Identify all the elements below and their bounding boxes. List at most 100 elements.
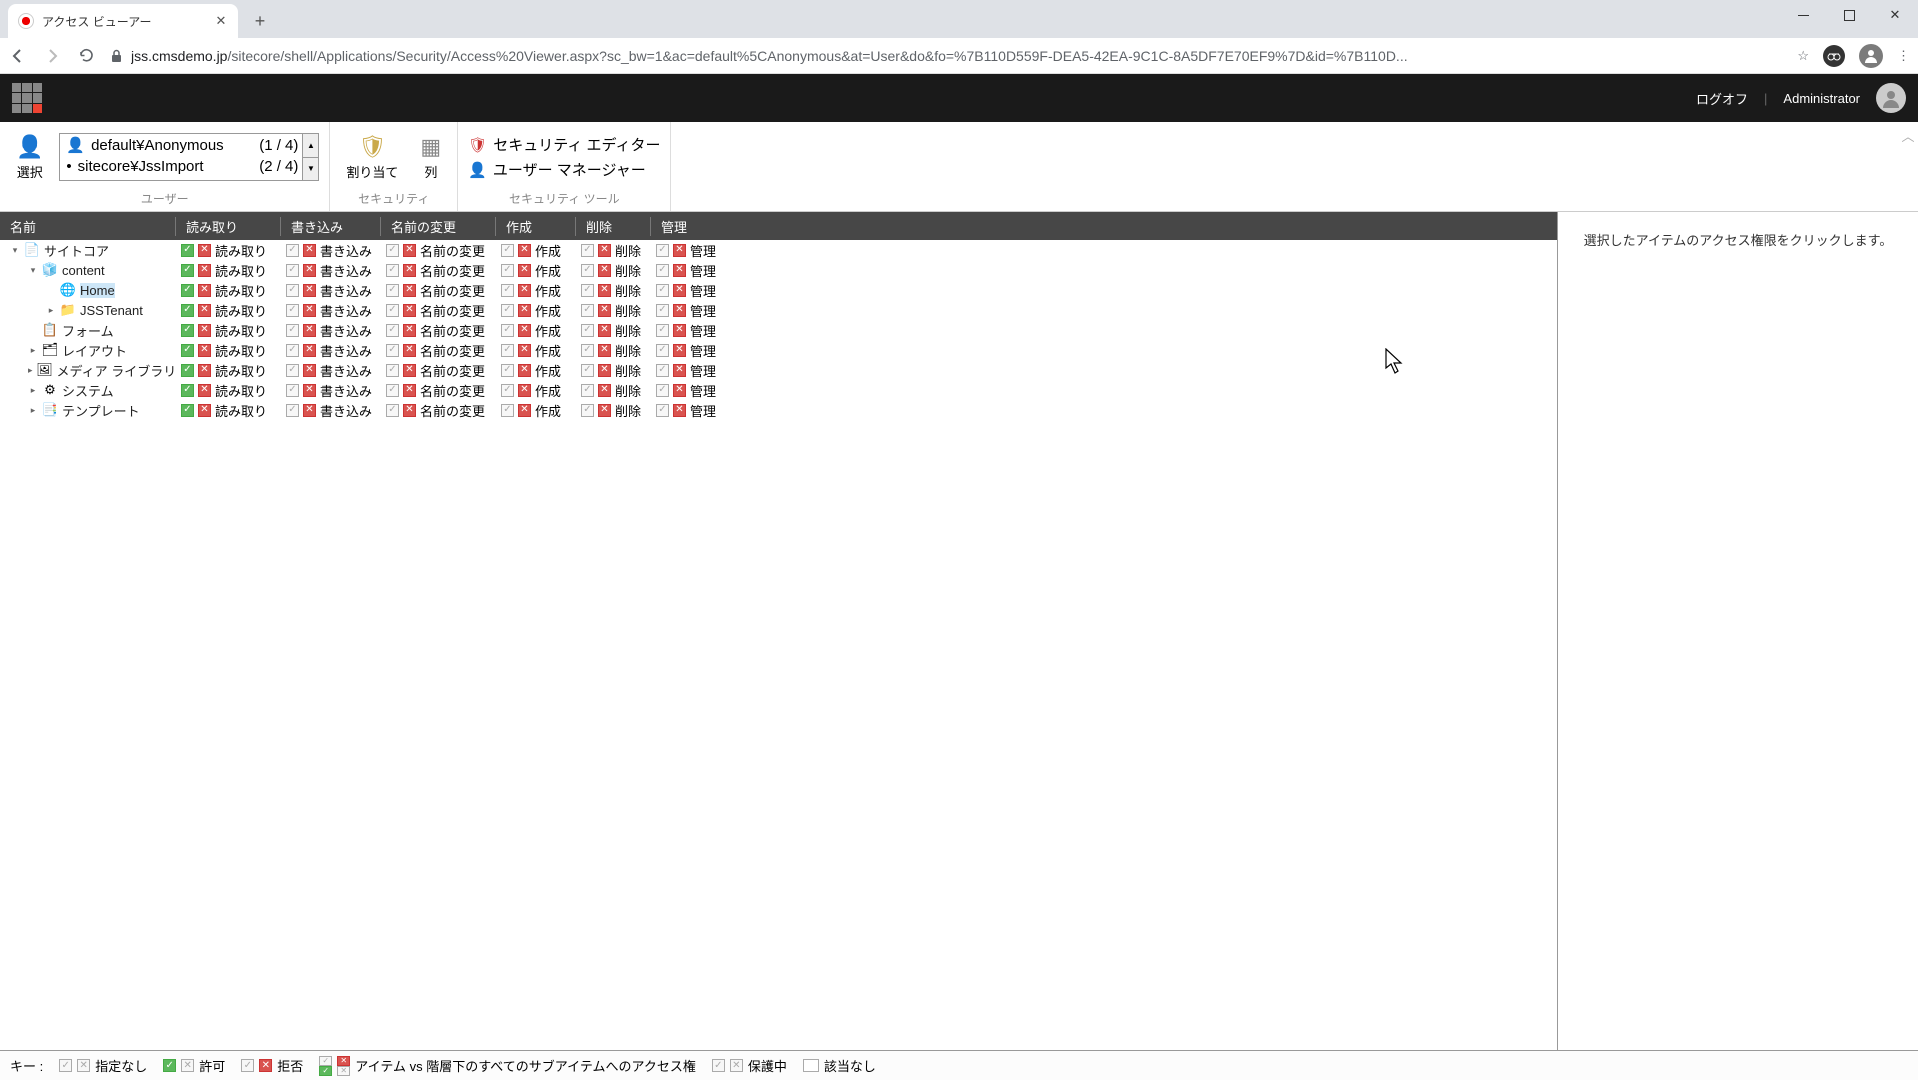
deny-icon[interactable]: ✕ xyxy=(303,324,316,337)
allow-icon[interactable]: ✓ xyxy=(286,324,299,337)
deny-icon[interactable]: ✕ xyxy=(673,304,686,317)
col-delete[interactable]: 削除 xyxy=(575,217,650,236)
current-user[interactable]: Administrator xyxy=(1783,91,1860,106)
allow-icon[interactable]: ✓ xyxy=(386,384,399,397)
allow-icon[interactable]: ✓ xyxy=(581,384,594,397)
deny-icon[interactable]: ✕ xyxy=(598,264,611,277)
perm-cell[interactable]: ✓✕名前の変更 xyxy=(380,401,495,420)
perm-cell[interactable]: ✓✕読み取り xyxy=(175,321,280,340)
perm-cell[interactable]: ✓✕削除 xyxy=(575,321,650,340)
perm-cell[interactable]: ✓✕作成 xyxy=(495,341,575,360)
deny-icon[interactable]: ✕ xyxy=(518,344,531,357)
close-window-button[interactable]: ✕ xyxy=(1872,0,1918,30)
perm-cell[interactable]: ✓✕名前の変更 xyxy=(380,321,495,340)
deny-icon[interactable]: ✕ xyxy=(303,304,316,317)
allow-icon[interactable]: ✓ xyxy=(181,384,194,397)
perm-cell[interactable]: ✓✕名前の変更 xyxy=(380,341,495,360)
col-rename[interactable]: 名前の変更 xyxy=(380,217,495,236)
perm-cell[interactable]: ✓✕読み取り xyxy=(175,401,280,420)
deny-icon[interactable]: ✕ xyxy=(598,284,611,297)
back-button[interactable] xyxy=(8,48,28,64)
deny-icon[interactable]: ✕ xyxy=(673,324,686,337)
user-account-list[interactable]: 👤default¥Anonymous(1 / 4) •sitecore¥JssI… xyxy=(59,133,319,181)
perm-cell[interactable]: ✓✕管理 xyxy=(650,281,730,300)
perm-cell[interactable]: ✓✕読み取り xyxy=(175,261,280,280)
allow-icon[interactable]: ✓ xyxy=(581,244,594,257)
allow-icon[interactable]: ✓ xyxy=(386,404,399,417)
allow-icon[interactable]: ✓ xyxy=(181,324,194,337)
deny-icon[interactable]: ✕ xyxy=(518,324,531,337)
deny-icon[interactable]: ✕ xyxy=(198,264,211,277)
tree-node-label[interactable]: テンプレート xyxy=(62,401,140,420)
deny-icon[interactable]: ✕ xyxy=(303,364,316,377)
allow-icon[interactable]: ✓ xyxy=(581,344,594,357)
perm-cell[interactable]: ✓✕管理 xyxy=(650,241,730,260)
tree-node-label[interactable]: content xyxy=(62,263,105,278)
allow-icon[interactable]: ✓ xyxy=(181,404,194,417)
user-avatar-icon[interactable] xyxy=(1876,83,1906,113)
allow-icon[interactable]: ✓ xyxy=(656,404,669,417)
allow-icon[interactable]: ✓ xyxy=(181,344,194,357)
tree-expander[interactable]: ▸ xyxy=(28,345,38,356)
forward-button[interactable] xyxy=(42,48,62,64)
tree-expander[interactable]: ▸ xyxy=(28,365,33,376)
deny-icon[interactable]: ✕ xyxy=(518,404,531,417)
perm-cell[interactable]: ✓✕管理 xyxy=(650,381,730,400)
security-editor-link[interactable]: 🛡セキュリティ エディター xyxy=(468,134,660,155)
tree-expander[interactable]: ▸ xyxy=(28,385,38,396)
tree-row[interactable]: ▸🖼メディア ライブラリ✓✕読み取り✓✕書き込み✓✕名前の変更✓✕作成✓✕削除✓… xyxy=(0,360,1557,380)
tree-node-label[interactable]: Home xyxy=(80,283,115,298)
tree-row[interactable]: ▾📄サイトコア✓✕読み取り✓✕書き込み✓✕名前の変更✓✕作成✓✕削除✓✕管理 xyxy=(0,240,1557,260)
allow-icon[interactable]: ✓ xyxy=(286,364,299,377)
deny-icon[interactable]: ✕ xyxy=(403,264,416,277)
deny-icon[interactable]: ✕ xyxy=(598,384,611,397)
deny-icon[interactable]: ✕ xyxy=(303,244,316,257)
tree-node-label[interactable]: JSSTenant xyxy=(80,303,143,318)
allow-icon[interactable]: ✓ xyxy=(286,404,299,417)
perm-cell[interactable]: ✓✕書き込み xyxy=(280,301,380,320)
allow-icon[interactable]: ✓ xyxy=(181,264,194,277)
allow-icon[interactable]: ✓ xyxy=(286,244,299,257)
tree-row[interactable]: ▾🧊content✓✕読み取り✓✕書き込み✓✕名前の変更✓✕作成✓✕削除✓✕管理 xyxy=(0,260,1557,280)
deny-icon[interactable]: ✕ xyxy=(518,304,531,317)
allow-icon[interactable]: ✓ xyxy=(581,324,594,337)
perm-cell[interactable]: ✓✕書き込み xyxy=(280,401,380,420)
perm-cell[interactable]: ✓✕削除 xyxy=(575,341,650,360)
deny-icon[interactable]: ✕ xyxy=(403,304,416,317)
allow-icon[interactable]: ✓ xyxy=(386,344,399,357)
perm-cell[interactable]: ✓✕作成 xyxy=(495,361,575,380)
deny-icon[interactable]: ✕ xyxy=(518,384,531,397)
deny-icon[interactable]: ✕ xyxy=(403,364,416,377)
perm-cell[interactable]: ✓✕名前の変更 xyxy=(380,241,495,260)
allow-icon[interactable]: ✓ xyxy=(581,264,594,277)
allow-icon[interactable]: ✓ xyxy=(501,264,514,277)
allow-icon[interactable]: ✓ xyxy=(656,384,669,397)
perm-cell[interactable]: ✓✕書き込み xyxy=(280,241,380,260)
deny-icon[interactable]: ✕ xyxy=(303,404,316,417)
select-user-button[interactable]: 👤 選択 xyxy=(10,132,49,183)
tree-row[interactable]: ▸📁JSSTenant✓✕読み取り✓✕書き込み✓✕名前の変更✓✕作成✓✕削除✓✕… xyxy=(0,300,1557,320)
allow-icon[interactable]: ✓ xyxy=(181,364,194,377)
perm-cell[interactable]: ✓✕書き込み xyxy=(280,361,380,380)
deny-icon[interactable]: ✕ xyxy=(518,244,531,257)
deny-icon[interactable]: ✕ xyxy=(403,324,416,337)
perm-cell[interactable]: ✓✕書き込み xyxy=(280,381,380,400)
deny-icon[interactable]: ✕ xyxy=(198,244,211,257)
star-icon[interactable]: ☆ xyxy=(1797,48,1809,64)
deny-icon[interactable]: ✕ xyxy=(598,324,611,337)
deny-icon[interactable]: ✕ xyxy=(403,344,416,357)
deny-icon[interactable]: ✕ xyxy=(673,384,686,397)
perm-cell[interactable]: ✓✕書き込み xyxy=(280,341,380,360)
allow-icon[interactable]: ✓ xyxy=(581,364,594,377)
deny-icon[interactable]: ✕ xyxy=(598,404,611,417)
perm-cell[interactable]: ✓✕書き込み xyxy=(280,321,380,340)
col-write[interactable]: 書き込み xyxy=(280,217,380,236)
allow-icon[interactable]: ✓ xyxy=(386,324,399,337)
allow-icon[interactable]: ✓ xyxy=(656,344,669,357)
allow-icon[interactable]: ✓ xyxy=(501,284,514,297)
perm-cell[interactable]: ✓✕作成 xyxy=(495,401,575,420)
perm-cell[interactable]: ✓✕削除 xyxy=(575,281,650,300)
deny-icon[interactable]: ✕ xyxy=(518,364,531,377)
col-create[interactable]: 作成 xyxy=(495,217,575,236)
allow-icon[interactable]: ✓ xyxy=(656,364,669,377)
